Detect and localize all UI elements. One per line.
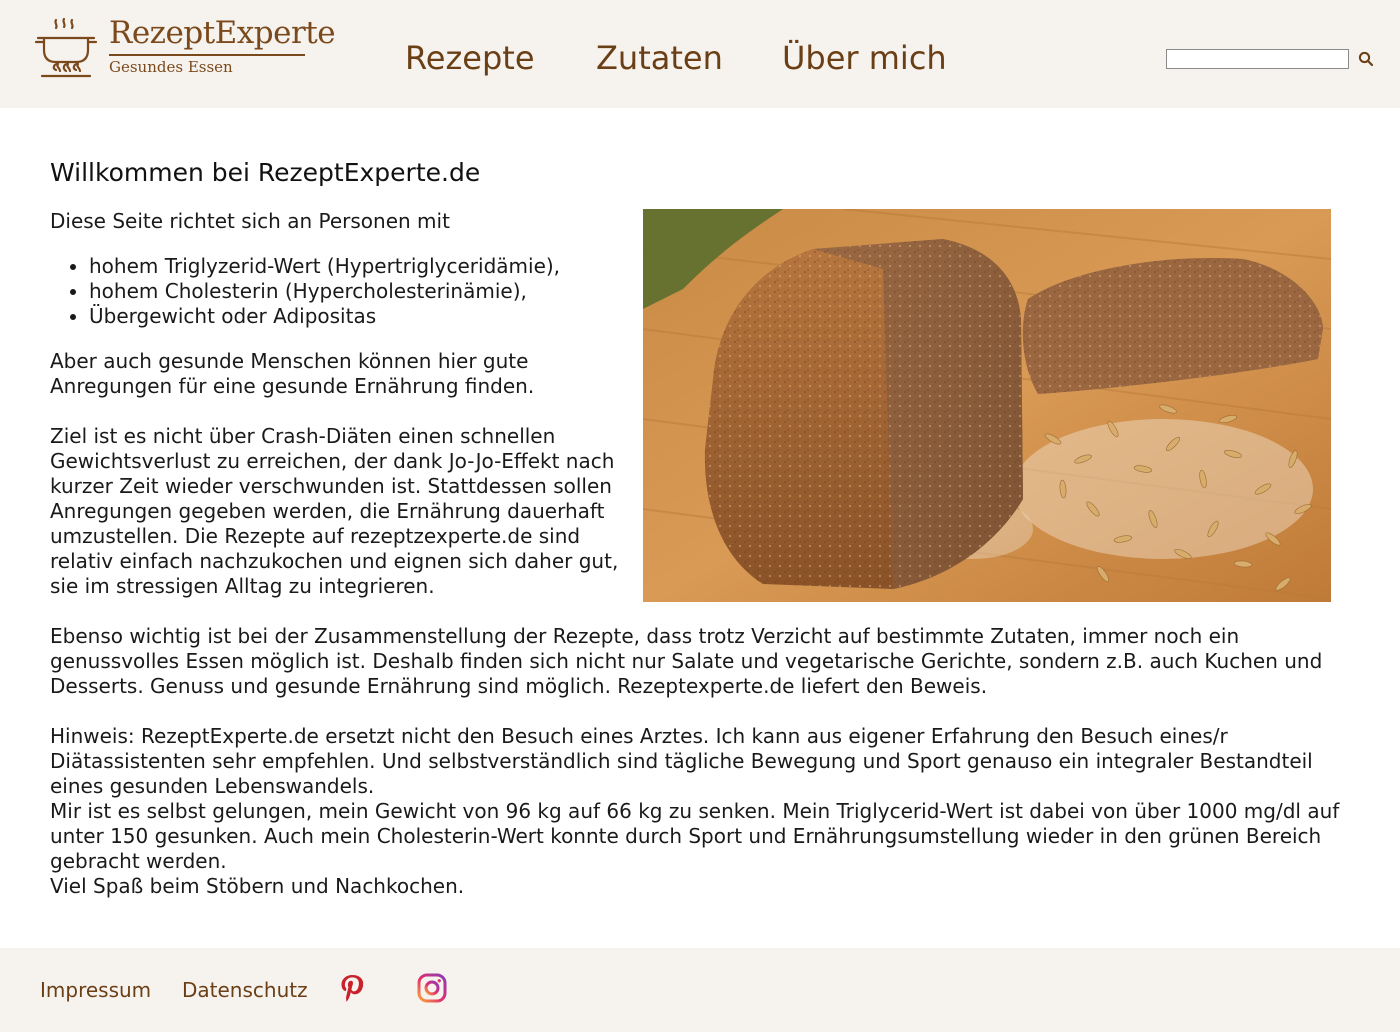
paragraph: Viel Spaß beim Stöbern und Nachkochen. — [50, 874, 465, 898]
bread-photo — [643, 209, 1331, 602]
paragraph: Ebenso wichtig ist bei der Zusammenstell… — [50, 624, 1323, 698]
instagram-link[interactable] — [416, 972, 448, 1004]
page-title: Willkommen bei RezeptExperte.de — [50, 158, 481, 187]
logo-divider — [109, 54, 305, 56]
instagram-icon — [417, 973, 447, 1003]
footer-link-impressum[interactable]: Impressum — [40, 977, 151, 1003]
cooking-pot-icon — [34, 17, 98, 78]
logo-title: RezeptExperte — [109, 15, 336, 51]
logo-subtitle: Gesundes Essen — [109, 58, 233, 76]
paragraph: Mir ist es selbst gelungen, mein Gewicht… — [50, 799, 1340, 873]
site-header: RezeptExperte Gesundes Essen Rezepte Zut… — [0, 0, 1400, 108]
site-footer: Impressum Datenschutz — [0, 948, 1400, 1032]
paragraph: Ziel ist es nicht über Crash-Diäten eine… — [50, 424, 619, 598]
nav-item-ueber-mich[interactable]: Über mich — [782, 36, 947, 80]
bread-image — [643, 209, 1331, 602]
pinterest-link[interactable] — [336, 972, 368, 1004]
list-item: hohem Cholesterin (Hypercholesterinämie)… — [89, 279, 560, 304]
search-input[interactable] — [1166, 49, 1349, 69]
intro-text: Diese Seite richtet sich an Personen mit — [50, 209, 450, 233]
nav-item-rezepte[interactable]: Rezepte — [405, 36, 535, 80]
paragraph: Aber auch gesunde Menschen können hier g… — [50, 349, 535, 398]
paragraph: Hinweis: RezeptExperte.de ersetzt nicht … — [50, 724, 1313, 798]
search-icon[interactable] — [1357, 50, 1375, 68]
footer-link-datenschutz[interactable]: Datenschutz — [182, 977, 308, 1003]
nav-item-zutaten[interactable]: Zutaten — [596, 36, 723, 80]
target-group-list: hohem Triglyzerid-Wert (Hypertriglycerid… — [50, 254, 560, 329]
list-item: Übergewicht oder Adipositas — [89, 304, 560, 329]
pinterest-icon — [341, 975, 364, 1002]
site-logo[interactable]: RezeptExperte Gesundes Essen — [34, 14, 336, 84]
list-item: hohem Triglyzerid-Wert (Hypertriglycerid… — [89, 254, 560, 279]
